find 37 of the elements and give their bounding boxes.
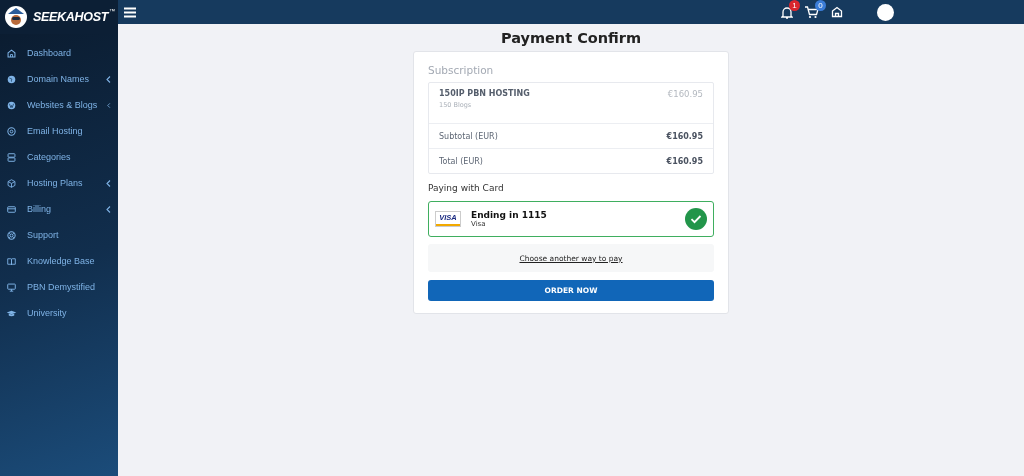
sidebar-item[interactable]: Hosting Plans bbox=[0, 170, 118, 196]
home-icon bbox=[6, 47, 17, 59]
lifebuoy-icon bbox=[6, 229, 17, 241]
cart-icon[interactable] bbox=[805, 5, 819, 19]
book-icon bbox=[6, 255, 17, 267]
sidebar-item[interactable]: Dashboard bbox=[0, 40, 118, 66]
total-label: Subtotal (EUR) bbox=[439, 131, 498, 141]
avatar[interactable] bbox=[877, 3, 894, 21]
product-name: 150IP PBN HOSTING bbox=[439, 89, 530, 98]
sidebar-item[interactable]: Websites & Blogs bbox=[0, 92, 118, 118]
cube-icon bbox=[6, 177, 17, 189]
notification-badge: 1 bbox=[789, 0, 800, 11]
total-amount: €160.95 bbox=[666, 131, 703, 141]
sidebar-item[interactable]: University bbox=[0, 300, 118, 326]
sidebar-item[interactable]: Support bbox=[0, 222, 118, 248]
bell-icon[interactable] bbox=[781, 5, 793, 19]
total-label: Total (EUR) bbox=[439, 156, 483, 166]
section-heading: Subscription bbox=[428, 64, 495, 76]
card-icon bbox=[6, 203, 17, 215]
total-amount: €160.95 bbox=[666, 156, 703, 166]
brand-name: SEEKAHOST bbox=[33, 10, 109, 24]
sidebar-item[interactable]: Domain Names bbox=[0, 66, 118, 92]
home-icon[interactable] bbox=[831, 6, 843, 18]
card-title: Ending in 1115 bbox=[471, 210, 547, 220]
sidebar-item[interactable]: Knowledge Base bbox=[0, 248, 118, 274]
server-icon bbox=[6, 151, 17, 163]
menu-icon[interactable] bbox=[124, 6, 136, 18]
check-icon bbox=[685, 208, 707, 230]
sidebar-item[interactable]: Email Hosting bbox=[0, 118, 118, 144]
section-heading: Paying with Card bbox=[428, 183, 505, 193]
cart-badge: 0 bbox=[815, 0, 826, 11]
monitor-icon bbox=[6, 281, 17, 293]
product-price: €160.95 bbox=[667, 89, 703, 99]
sidebar-item[interactable]: Billing bbox=[0, 196, 118, 222]
page-title: Payment Confirm bbox=[500, 30, 642, 46]
sidebar-item[interactable]: Categories bbox=[0, 144, 118, 170]
sidebar-item[interactable]: PBN Demystified bbox=[0, 274, 118, 300]
